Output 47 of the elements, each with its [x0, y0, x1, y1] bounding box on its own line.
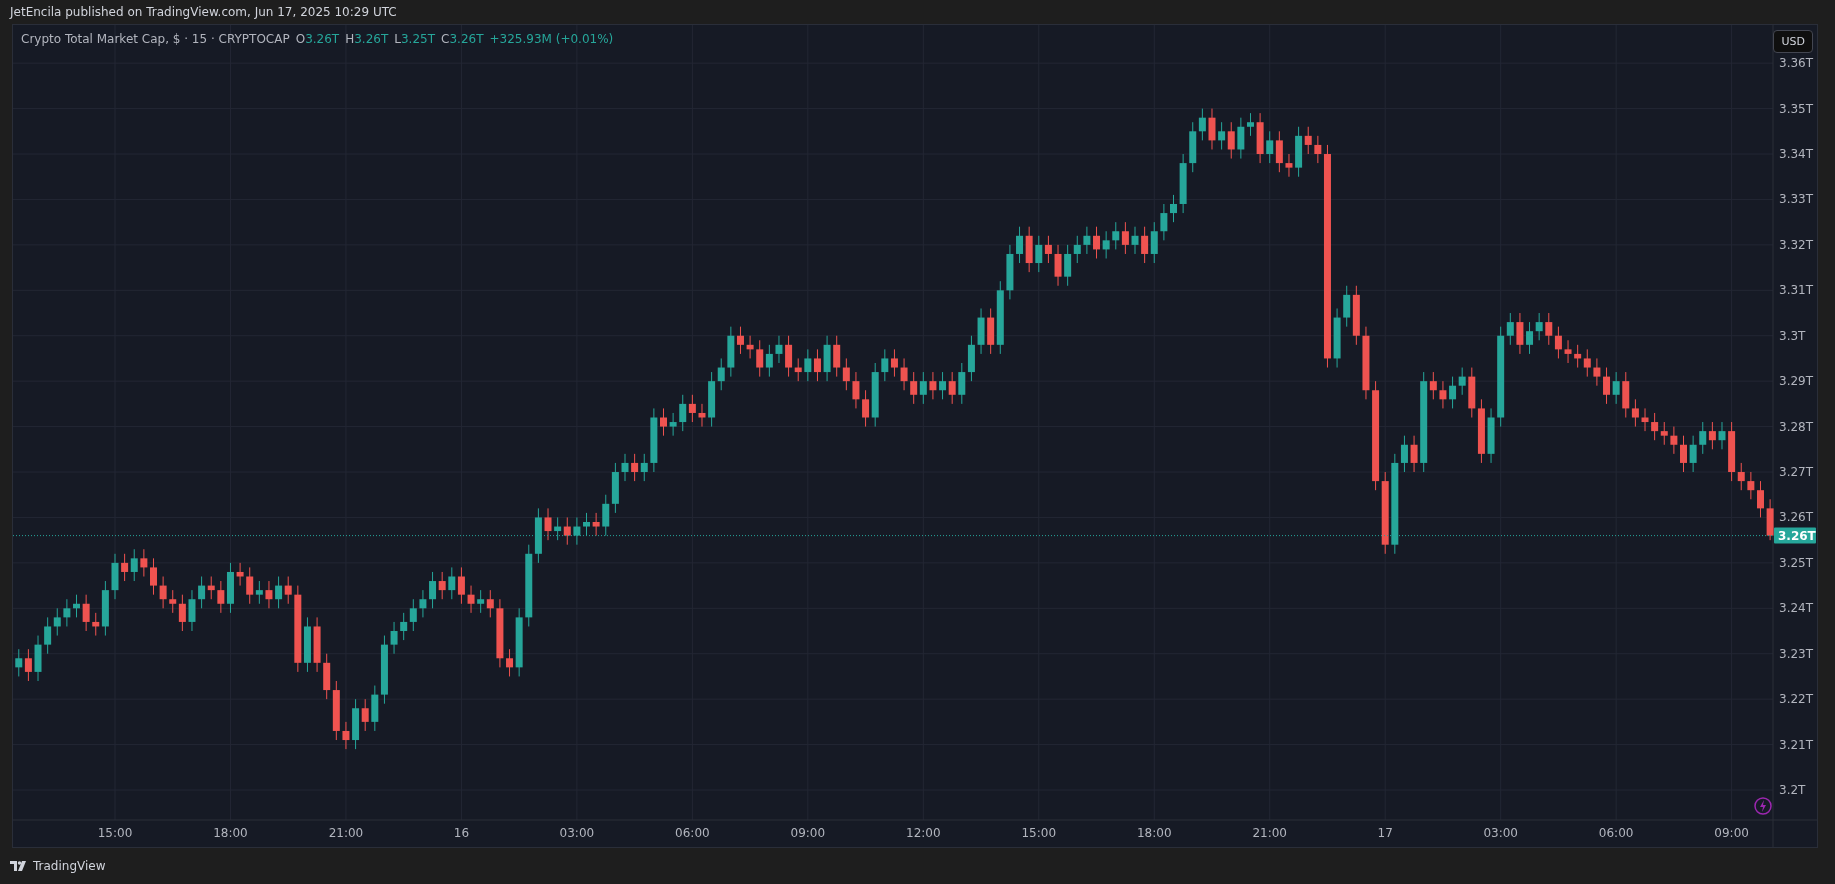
- axis-label: 16: [453, 826, 470, 840]
- axis-label: 03:00: [1483, 826, 1518, 840]
- axis-label: 3.23T: [1779, 646, 1814, 661]
- axis-label: 3.3T: [1779, 328, 1806, 343]
- axis-label: 18:00: [213, 826, 248, 840]
- axis-label: 3.21T: [1779, 737, 1814, 752]
- axis-label: 3.2T: [1779, 783, 1806, 797]
- axis-label: 3.32T: [1779, 237, 1814, 252]
- ohlc-value: 3.26T: [354, 32, 389, 46]
- price-change: +325.93M (+0.01%): [489, 32, 614, 46]
- ohlc-label: C: [441, 32, 450, 46]
- brand-name: TradingView: [33, 859, 106, 873]
- axis-label: 3.25T: [1779, 555, 1814, 570]
- axis-label: 09:00: [790, 826, 826, 840]
- axis-label: 3.28T: [1779, 419, 1814, 434]
- axis-label: 15:00: [1021, 826, 1057, 840]
- currency-button[interactable]: USD: [1773, 30, 1813, 53]
- axis-label: 3.27T: [1779, 465, 1814, 479]
- ohlc-label: H: [345, 32, 355, 46]
- axis-label: 17: [1377, 826, 1393, 840]
- axis-label: 3.33T: [1779, 192, 1814, 207]
- last-price-tag: 3.26T: [1774, 527, 1816, 544]
- ohlc-value: 3.25T: [401, 32, 436, 46]
- axis-label: 3.29T: [1779, 374, 1814, 389]
- axis-label: 3.24T: [1779, 601, 1814, 616]
- publisher-caption: JetEncila published on TradingView.com, Jun 17, 2025 10:29 UTC: [8, 4, 398, 21]
- ref-line-label: 3.26T: [1778, 528, 1817, 543]
- axis-label: 12:00: [906, 826, 941, 840]
- axis-label: 3.31T: [1779, 283, 1814, 298]
- ohlc-label: L: [394, 32, 401, 46]
- ohlc-value: 3.26T: [449, 32, 484, 46]
- axis-label: 03:00: [559, 826, 595, 840]
- ohlc-label: O: [295, 32, 306, 46]
- axis-label: 15:00: [97, 826, 133, 840]
- axis-label: 09:00: [1714, 826, 1749, 840]
- axis-label: 3.26T: [1779, 510, 1814, 525]
- axis-label: 3.22T: [1779, 692, 1814, 707]
- axis-label: 21:00: [1252, 826, 1288, 840]
- axis-label: 3.35T: [1779, 101, 1814, 116]
- symbol-title: Crypto Total Market Cap, $ · 15 · CRYPTOCAP: [21, 32, 290, 46]
- axis-label: 18:00: [1136, 826, 1172, 840]
- axis-label: 21:00: [328, 826, 364, 840]
- axis-label: 3.36T: [1779, 56, 1814, 71]
- axis-label: 3.34T: [1779, 147, 1814, 161]
- axis-label: 06:00: [675, 826, 710, 840]
- ohlc-value: 3.26T: [305, 32, 340, 46]
- axis-label: 06:00: [1598, 826, 1634, 840]
